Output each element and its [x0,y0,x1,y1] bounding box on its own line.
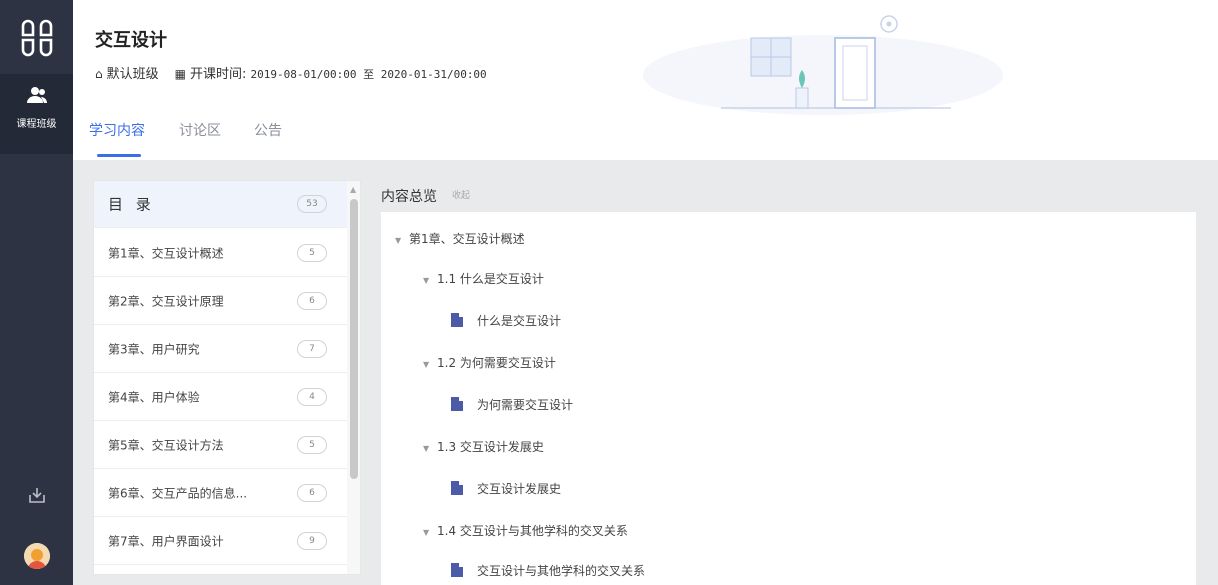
content-tree: ▼ 第1章、交互设计概述 ▼ 1.1 什么是交互设计 什么是交互设计 ▼ 1.2 为何… [381,212,1196,585]
doc-icon [451,563,463,577]
collapse-link[interactable]: 收起 [452,188,470,201]
toc-header-label: 目 录 [108,195,155,214]
doc-icon [451,313,463,327]
toc-item-count: 5 [297,436,327,454]
toc-item[interactable]: 第1章、交互设计概述 5 [94,230,347,277]
tree-document[interactable]: 为何需要交互设计 [451,396,573,413]
toc-item-label: 第7章、用户界面设计 [108,534,224,549]
toc-item-count: 5 [297,244,327,262]
time-range: 2019-08-01/00:00 至 2020-01-31/00:00 [250,68,487,81]
tab-discussion[interactable]: 讨论区 [179,120,221,140]
tree-document[interactable]: 交互设计与其他学科的交叉关系 [451,562,645,579]
caret-down-icon[interactable]: ▼ [395,236,409,245]
tree-label: 什么是交互设计 [477,314,562,328]
doc-icon [451,481,463,495]
app-logo-icon[interactable] [20,18,54,58]
toc-item[interactable]: 第7章、用户界面设计 9 [94,518,347,565]
toc-item[interactable]: 第3章、用户研究 7 [94,326,347,373]
tree-label: 交互设计与其他学科的交叉关系 [477,564,646,578]
class-name: 默认班级 [106,67,159,82]
toc-header-count: 53 [297,195,327,213]
active-tab-indicator [97,154,141,157]
caret-down-icon[interactable]: ▼ [423,360,437,369]
toc-item-label: 第5章、交互设计方法 [108,438,224,453]
toc-item[interactable]: 第2章、交互设计原理 6 [94,278,347,325]
tree-chapter[interactable]: ▼ 第1章、交互设计概述 [395,230,525,247]
left-rail: 课程班级 [0,0,73,585]
calendar-icon: ▦ [174,67,186,81]
tree-section[interactable]: ▼ 1.3 交互设计发展史 [423,438,544,455]
toc-item-label: 第4章、用户体验 [108,390,200,405]
caret-down-icon[interactable]: ▼ [423,444,437,453]
toc-item-count: 9 [297,532,327,550]
toc-item-label: 第1章、交互设计概述 [108,246,224,261]
tree-document[interactable]: 交互设计发展史 [451,480,561,497]
users-icon [27,87,47,103]
toc-scroll-thumb[interactable] [350,199,358,479]
tree-label: 1.4 交互设计与其他学科的交叉关系 [437,524,628,538]
toc-item-count: 6 [297,484,327,502]
download-icon[interactable] [28,486,46,504]
toc-item-count: 6 [297,292,327,310]
nav-item-label: 课程班级 [16,119,57,130]
tree-label: 交互设计发展史 [477,482,562,496]
tab-announcements[interactable]: 公告 [254,120,282,140]
tree-section[interactable]: ▼ 1.4 交互设计与其他学科的交叉关系 [423,522,628,539]
tree-label: 1.1 什么是交互设计 [437,272,544,286]
toc-item-label: 第2章、交互设计原理 [108,294,224,309]
course-title: 交互设计 [95,30,167,51]
tree-label: 1.3 交互设计发展史 [437,440,544,454]
caret-down-icon[interactable]: ▼ [423,528,437,537]
toc-panel: 目 录 53 第1章、交互设计概述 5 第2章、交互设计原理 6 第3章、用户研… [93,180,361,575]
tree-document[interactable]: 什么是交互设计 [451,312,561,329]
tree-section[interactable]: ▼ 1.1 什么是交互设计 [423,270,544,287]
time-label: 开课时间: [189,67,247,82]
toc-header[interactable]: 目 录 53 [94,181,347,228]
tree-label: 第1章、交互设计概述 [409,232,525,246]
course-header: 交互设计 ⌂ 默认班级 ▦ 开课时间: 2019-08-01/00:00 至 2020… [73,0,1218,160]
caret-down-icon[interactable]: ▼ [423,276,437,285]
tab-learning-content[interactable]: 学习内容 [89,120,145,140]
tree-section[interactable]: ▼ 1.2 为何需要交互设计 [423,354,556,371]
tree-label: 1.2 为何需要交互设计 [437,356,556,370]
header-illustration [643,15,1003,115]
tree-label: 为何需要交互设计 [477,398,574,412]
home-icon: ⌂ [95,67,103,81]
toc-item-label: 第3章、用户研究 [108,342,200,357]
overview-title: 内容总览 [381,189,437,205]
doc-icon [451,397,463,411]
scroll-up-icon[interactable]: ▲ [350,185,356,194]
toc-item[interactable]: 第5章、交互设计方法 5 [94,422,347,469]
toc-item-count: 4 [297,388,327,406]
avatar[interactable] [24,543,50,569]
toc-item-label: 第6章、交互产品的信息... [108,486,248,501]
toc-item[interactable]: 第4章、用户体验 4 [94,374,347,421]
toc-item-count: 7 [297,340,327,358]
toc-item[interactable]: 第6章、交互产品的信息... 6 [94,470,347,517]
course-meta: ⌂ 默认班级 ▦ 开课时间: 2019-08-01/00:00 至 2020-01-3… [95,63,487,82]
